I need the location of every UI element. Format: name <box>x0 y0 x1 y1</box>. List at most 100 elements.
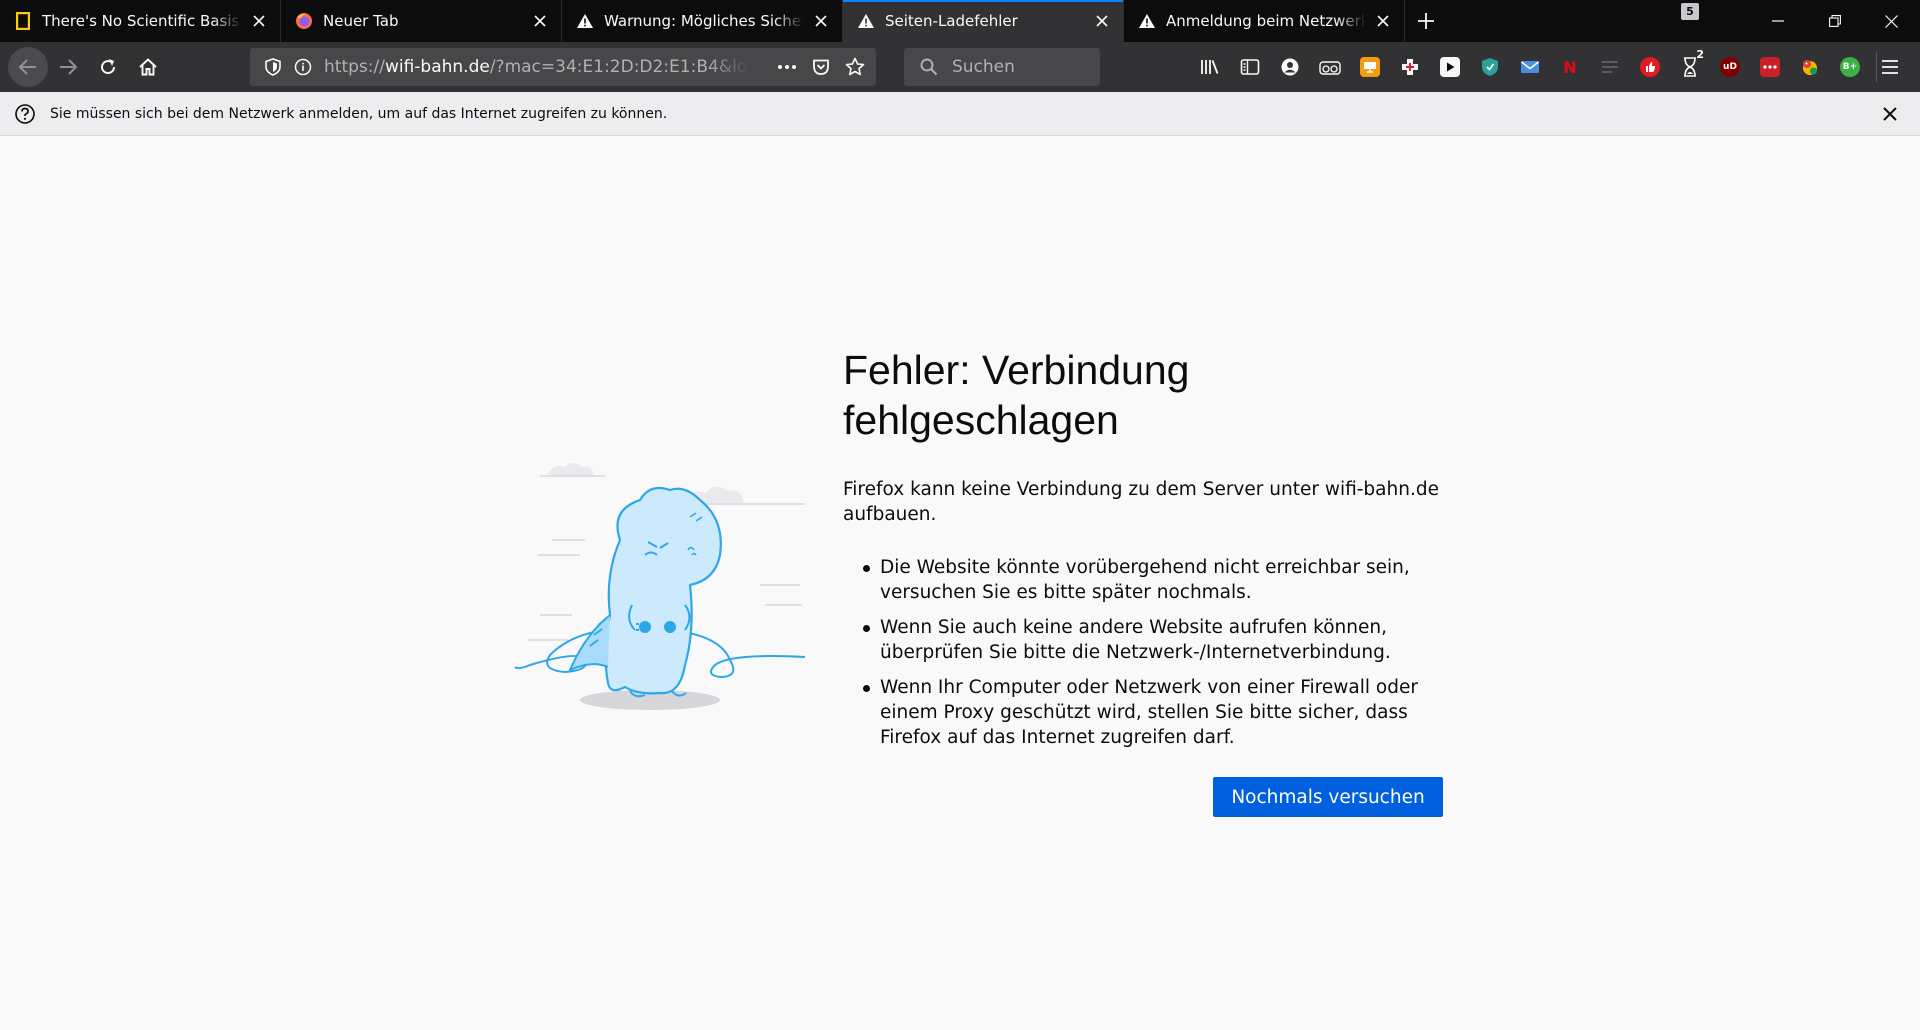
bplus-extension[interactable]: B+ <box>1830 42 1870 92</box>
tab-seiten-ladefehler[interactable]: Seiten-Ladefehler <box>843 0 1124 42</box>
suggestion-item: Wenn Ihr Computer oder Netzwerk von eine… <box>843 675 1448 750</box>
tab-title: There's No Scientific Basis for R <box>42 12 242 30</box>
search-bar[interactable]: Suchen <box>904 48 1100 86</box>
account-button[interactable] <box>1270 42 1310 92</box>
close-tab-icon[interactable] <box>810 10 832 32</box>
forward-button[interactable] <box>48 47 88 87</box>
tab-strip-drag-area[interactable] <box>1447 0 1749 42</box>
notification-text: Sie müssen sich bei dem Netzwerk anmelde… <box>50 105 668 122</box>
warning-icon <box>576 12 594 30</box>
navigation-toolbar: https://wifi-bahn.de/?mac=34:E1:2D:D2:E1… <box>0 42 1920 92</box>
toolbar-extension-icons: N 2 uD B+ <box>1190 42 1883 92</box>
tab-scientific-basis[interactable]: There's No Scientific Basis for R <box>0 0 281 42</box>
hourglass-extension[interactable]: 2 <box>1670 42 1710 92</box>
close-tab-icon[interactable] <box>1091 10 1113 32</box>
tab-strip: There's No Scientific Basis for R Neuer … <box>0 0 1920 42</box>
netflix-n-icon: N <box>1563 57 1577 77</box>
page-actions-ellipsis-icon[interactable] <box>772 52 802 82</box>
netflix-extension[interactable]: N <box>1550 42 1590 92</box>
restore-icon <box>1828 15 1841 27</box>
ublock-icon: uD <box>1720 57 1740 77</box>
warning-icon <box>857 12 875 30</box>
help-question-icon <box>15 103 35 124</box>
minimize-button[interactable] <box>1749 0 1806 42</box>
lastpass-icon <box>1760 57 1780 77</box>
pocket-icon[interactable] <box>806 52 836 82</box>
slideshow-extension[interactable] <box>1350 42 1390 92</box>
library-button[interactable] <box>1190 42 1230 92</box>
bookmark-star-icon[interactable] <box>840 52 870 82</box>
forward-arrow-icon <box>60 59 78 75</box>
video-play-extension[interactable] <box>1430 42 1470 92</box>
list-icon <box>1602 61 1618 73</box>
tab-counter-badge[interactable]: 5 <box>1681 3 1699 20</box>
tab-title: Anmeldung beim Netzwerk <box>1166 12 1366 30</box>
error-description: Firefox kann keine Verbindung zu dem Ser… <box>843 479 1439 525</box>
suggestion-item: Die Website könnte vorübergehend nicht e… <box>843 555 1448 605</box>
tracking-protection-shield-icon[interactable] <box>258 52 288 82</box>
error-title: Fehler: Verbindung fehlgeschlagen <box>843 347 1190 443</box>
bplus-icon: B+ <box>1840 57 1860 77</box>
list-extension[interactable] <box>1590 42 1630 92</box>
sidebar-icon <box>1240 59 1260 75</box>
tab-title: Warnung: Mögliches Sicherheitsrisiko <box>604 12 804 30</box>
site-info-icon[interactable] <box>288 52 318 82</box>
puzzle-extension[interactable] <box>1390 42 1430 92</box>
new-tab-button[interactable] <box>1405 0 1447 42</box>
url-host: wifi-bahn.de <box>384 57 490 77</box>
home-button[interactable] <box>128 47 168 87</box>
url-bar[interactable]: https://wifi-bahn.de/?mac=34:E1:2D:D2:E1… <box>250 48 876 86</box>
close-tab-icon[interactable] <box>1372 10 1394 32</box>
hourglass-badge: 2 <box>1696 48 1704 61</box>
tab-neuer-tab[interactable]: Neuer Tab <box>281 0 562 42</box>
close-icon <box>1885 14 1898 28</box>
play-icon <box>1440 57 1460 77</box>
close-window-button[interactable] <box>1863 0 1920 42</box>
ublock-extension[interactable]: uD <box>1710 42 1750 92</box>
puzzle-icon <box>1402 59 1418 75</box>
close-tab-icon[interactable] <box>248 10 270 32</box>
plus-icon <box>1418 13 1434 29</box>
suggestion-item: Wenn Sie auch keine andere Website aufru… <box>843 615 1448 665</box>
captive-portal-notification: Sie müssen sich bei dem Netzwerk anmelde… <box>0 92 1920 136</box>
error-content: Fehler: Verbindung fehlgeschlagen Firefo… <box>843 345 1448 760</box>
search-icon <box>914 52 944 82</box>
lastpass-extension[interactable] <box>1750 42 1790 92</box>
reader-glasses-extension[interactable] <box>1310 42 1350 92</box>
slideshow-icon <box>1360 57 1380 77</box>
tab-anmeldung-netzwerk[interactable]: Anmeldung beim Netzwerk <box>1124 0 1405 42</box>
home-icon <box>139 58 157 76</box>
close-icon <box>1883 107 1897 121</box>
mail-extension[interactable] <box>1510 42 1550 92</box>
url-actions <box>772 48 870 86</box>
library-icon <box>1201 60 1219 74</box>
back-button[interactable] <box>8 47 48 87</box>
green-shield-icon <box>1482 58 1498 76</box>
disconnected-dinosaur-illustration <box>514 463 806 710</box>
colorful-duck-icon <box>1803 60 1817 75</box>
hamburger-menu-button[interactable] <box>1870 47 1910 87</box>
thumbs-extension[interactable] <box>1630 42 1670 92</box>
close-notification-button[interactable] <box>1878 102 1902 126</box>
hourglass-icon <box>1684 57 1696 77</box>
url-path: /?mac=34:E1:2D:D2:E1:B4&longitude <box>489 57 749 77</box>
tab-warnung[interactable]: Warnung: Mögliches Sicherheitsrisiko <box>562 0 843 42</box>
reload-icon <box>101 59 116 75</box>
glasses-icon <box>1319 61 1341 75</box>
error-suggestions-list: Die Website könnte vorübergehend nicht e… <box>843 555 1448 750</box>
close-tab-icon[interactable] <box>529 10 551 32</box>
sidebar-toggle-button[interactable] <box>1230 42 1270 92</box>
back-arrow-icon <box>18 59 36 75</box>
retry-button[interactable]: Nochmals versuchen <box>1213 777 1443 817</box>
reload-button[interactable] <box>88 47 128 87</box>
url-scheme: https:// <box>324 57 385 77</box>
bookmark-yellow-icon <box>14 12 32 30</box>
mail-icon <box>1521 61 1539 73</box>
minimize-icon <box>1771 20 1784 22</box>
duck-extension[interactable] <box>1790 42 1830 92</box>
hamburger-menu-icon <box>1882 60 1898 74</box>
restore-button[interactable] <box>1806 0 1863 42</box>
url-text[interactable]: https://wifi-bahn.de/?mac=34:E1:2D:D2:E1… <box>324 57 749 77</box>
account-icon <box>1281 58 1299 76</box>
shield-extension[interactable] <box>1470 42 1510 92</box>
